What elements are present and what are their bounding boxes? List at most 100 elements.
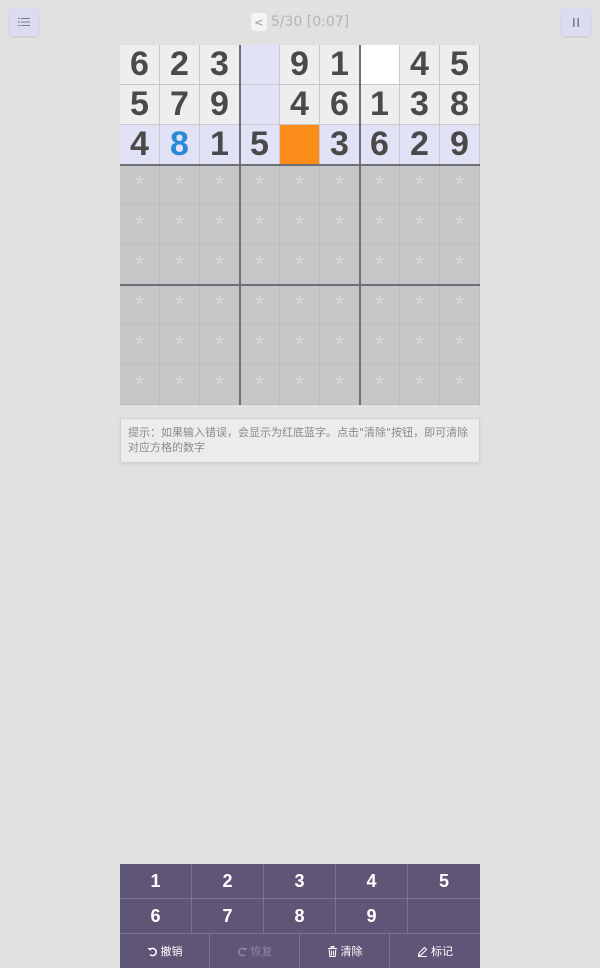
masked-cell: * — [360, 285, 400, 325]
number-key-9[interactable]: 9 — [336, 899, 408, 934]
level-header: < 5/30 [0:07] — [0, 9, 600, 35]
masked-cell: * — [120, 165, 160, 205]
masked-cell: * — [400, 325, 440, 365]
pause-button[interactable] — [561, 8, 591, 36]
masked-cell: * — [120, 245, 160, 285]
keypad-empty-slot — [408, 899, 480, 934]
empty-cell[interactable] — [240, 45, 280, 85]
masked-cell: * — [280, 165, 320, 205]
masked-cell: * — [160, 365, 200, 405]
given-cell[interactable]: 3 — [400, 85, 440, 125]
masked-cell: * — [280, 205, 320, 245]
masked-cell: * — [240, 205, 280, 245]
undo-button[interactable]: 撤销 — [120, 934, 210, 968]
level-timer: 5/30 [0:07] — [270, 14, 350, 30]
number-keypad: 撤销 恢复 清除 标记 1 2 3 4 5 6 7 8 9 — [120, 864, 480, 968]
number-key-4[interactable]: 4 — [336, 864, 408, 899]
number-key-8[interactable]: 8 — [264, 899, 336, 934]
given-cell[interactable]: 2 — [160, 45, 200, 85]
number-key-3[interactable]: 3 — [264, 864, 336, 899]
undo-label: 撤销 — [160, 945, 183, 958]
number-key-6[interactable]: 6 — [120, 899, 192, 934]
masked-cell: * — [200, 285, 240, 325]
given-cell[interactable]: 7 — [160, 85, 200, 125]
block-divider — [359, 45, 361, 405]
masked-cell: * — [320, 165, 360, 205]
masked-cell: * — [160, 205, 200, 245]
masked-cell: * — [400, 245, 440, 285]
masked-cell: * — [320, 205, 360, 245]
given-cell[interactable]: 9 — [280, 45, 320, 85]
masked-cell: * — [120, 365, 160, 405]
clear-label: 清除 — [340, 945, 363, 958]
clear-button[interactable]: 清除 — [300, 934, 390, 968]
given-cell[interactable]: 6 — [360, 125, 400, 165]
redo-icon — [237, 946, 248, 957]
given-cell[interactable]: 9 — [440, 125, 480, 165]
masked-cell: * — [160, 165, 200, 205]
given-cell[interactable]: 8 — [440, 85, 480, 125]
masked-cell: * — [160, 245, 200, 285]
given-cell[interactable]: 5 — [240, 125, 280, 165]
number-key-2[interactable]: 2 — [192, 864, 264, 899]
given-cell[interactable]: 4 — [280, 85, 320, 125]
masked-cell: * — [200, 205, 240, 245]
masked-cell: * — [440, 365, 480, 405]
given-cell[interactable]: 1 — [320, 45, 360, 85]
masked-cell: * — [320, 245, 360, 285]
number-key-1[interactable]: 1 — [120, 864, 192, 899]
number-key-7[interactable]: 7 — [192, 899, 264, 934]
given-cell[interactable]: 3 — [200, 45, 240, 85]
given-cell[interactable]: 1 — [200, 125, 240, 165]
hint-box: 提示：如果输入错误，会显示为红底蓝字。点击"清除"按钮，即可清除对应方格的数字 — [120, 418, 480, 463]
masked-cell: * — [240, 165, 280, 205]
masked-cell: * — [320, 285, 360, 325]
selected-cell[interactable] — [280, 125, 320, 165]
given-cell[interactable]: 6 — [320, 85, 360, 125]
given-cell[interactable]: 2 — [400, 125, 440, 165]
masked-cell: * — [240, 365, 280, 405]
given-cell[interactable]: 3 — [320, 125, 360, 165]
undo-icon — [147, 946, 158, 957]
masked-cell: * — [200, 245, 240, 285]
previous-level-button[interactable]: < — [250, 13, 267, 31]
redo-label: 恢复 — [250, 945, 273, 958]
masked-cell: * — [400, 205, 440, 245]
block-divider — [120, 164, 480, 166]
masked-cell: * — [200, 365, 240, 405]
masked-cell: * — [360, 325, 400, 365]
masked-cell: * — [400, 165, 440, 205]
masked-cell: * — [120, 205, 160, 245]
given-cell[interactable]: 5 — [120, 85, 160, 125]
masked-cell: * — [280, 245, 320, 285]
pause-icon — [572, 17, 580, 27]
given-cell[interactable]: 1 — [360, 85, 400, 125]
empty-cell[interactable] — [240, 85, 280, 125]
masked-cell: * — [440, 245, 480, 285]
masked-cell: * — [280, 325, 320, 365]
masked-cell: * — [400, 365, 440, 405]
masked-cell: * — [440, 165, 480, 205]
block-divider — [239, 45, 241, 405]
masked-cell: * — [360, 165, 400, 205]
given-cell[interactable]: 4 — [120, 125, 160, 165]
redo-button[interactable]: 恢复 — [210, 934, 300, 968]
empty-cell[interactable] — [360, 45, 400, 85]
given-cell[interactable]: 4 — [400, 45, 440, 85]
masked-cell: * — [440, 285, 480, 325]
masked-cell: * — [240, 245, 280, 285]
number-key-5[interactable]: 5 — [408, 864, 480, 899]
masked-cell: * — [360, 245, 400, 285]
masked-cell: * — [160, 285, 200, 325]
given-cell[interactable]: 6 — [120, 45, 160, 85]
masked-cell: * — [200, 165, 240, 205]
masked-cell: * — [440, 205, 480, 245]
given-cell[interactable]: 5 — [440, 45, 480, 85]
mark-button[interactable]: 标记 — [390, 934, 480, 968]
entered-cell[interactable]: 8 — [160, 125, 200, 165]
masked-cell: * — [280, 365, 320, 405]
trash-icon — [327, 945, 338, 957]
given-cell[interactable]: 9 — [200, 85, 240, 125]
masked-cell: * — [320, 325, 360, 365]
masked-cell: * — [320, 365, 360, 405]
